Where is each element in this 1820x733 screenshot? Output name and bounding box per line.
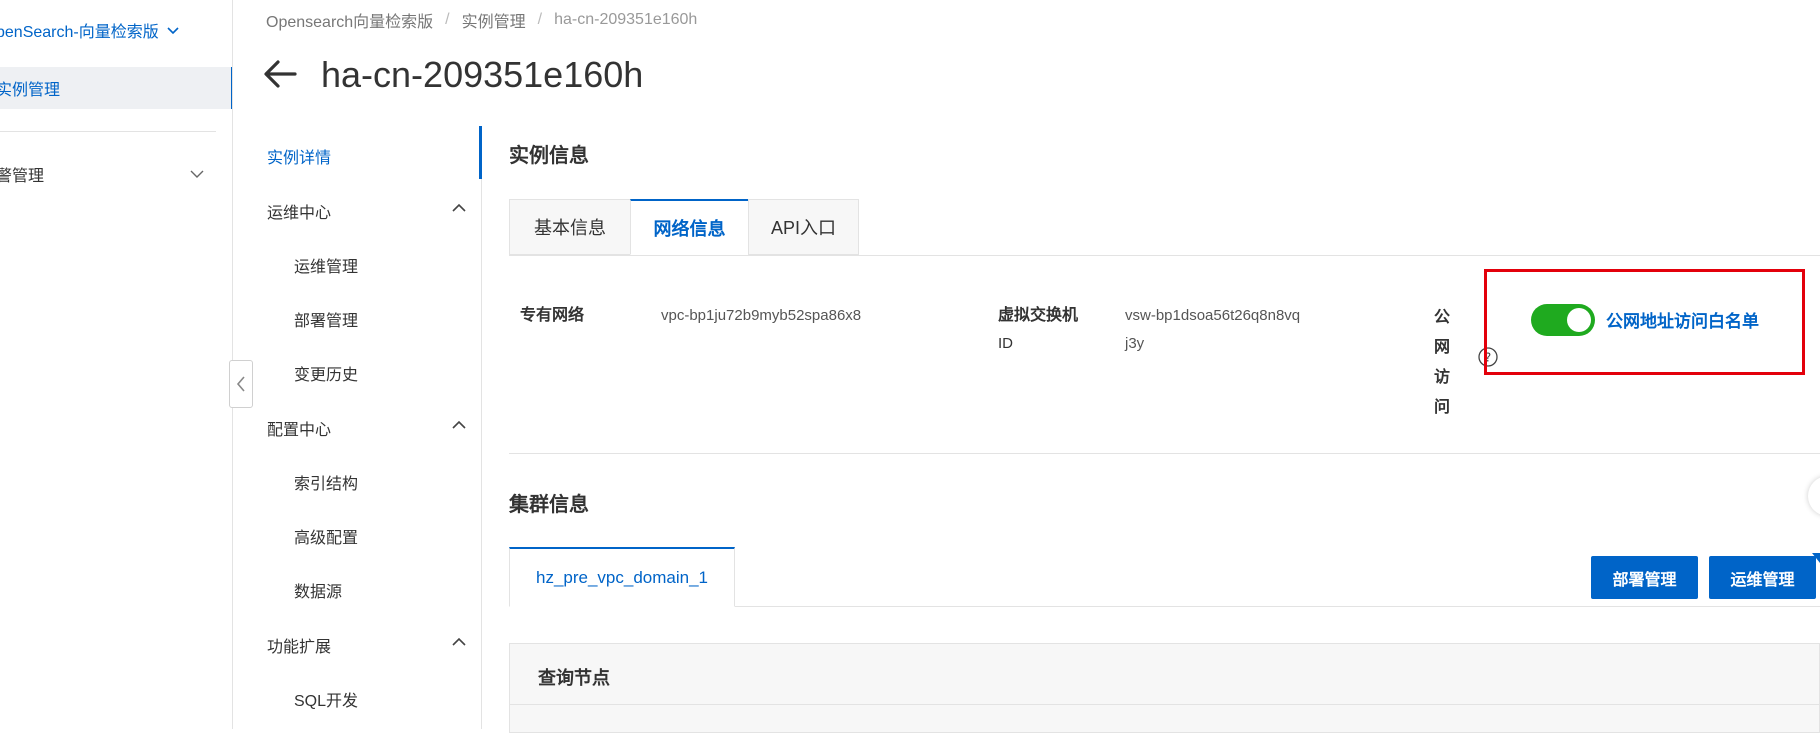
tab-api-entry[interactable]: API入口 (748, 199, 859, 255)
sidebar-group-alarm-manage[interactable]: 警管理 (0, 162, 206, 186)
public-access-char: 问 (1434, 399, 1451, 416)
product-switcher[interactable]: penSearch-向量检索版 (0, 18, 181, 42)
corner-marker (1812, 553, 1820, 563)
tab-cluster-domain[interactable]: hz_pre_vpc_domain_1 (509, 547, 735, 607)
cluster-info-title: 集群信息 (509, 494, 589, 516)
vpc-label: 专有网络 (520, 307, 585, 324)
secondary-nav: 实例详情 运维中心 运维管理 部署管理 变更历史 配置中心 索引结构 高级配置 … (233, 126, 482, 729)
query-node-title: 查询节点 (538, 668, 610, 688)
help-icon[interactable]: ? (1477, 346, 1499, 368)
public-access-char: 公 (1434, 309, 1451, 326)
breadcrumb-current: ha-cn-209351e160h (554, 11, 698, 28)
chevron-left-icon (236, 376, 245, 392)
toggle-knob (1567, 308, 1591, 332)
tab-basic-info[interactable]: 基本信息 (509, 199, 631, 255)
public-access-char: 访 (1434, 369, 1451, 386)
nav-group-extensions[interactable]: 功能扩展 (267, 633, 331, 657)
nav-active-indicator (479, 126, 482, 179)
chevron-down-icon (190, 170, 204, 178)
sidebar-item-instance-manage[interactable]: 实例管理 (0, 67, 232, 109)
collapse-sidebar-handle[interactable] (229, 360, 253, 408)
breadcrumb: Opensearch向量检索版 / 实例管理 / ha-cn-209351e16… (266, 8, 697, 32)
nav-item-advanced-config[interactable]: 高级配置 (294, 524, 358, 548)
sidebar-item-label: 实例管理 (0, 82, 61, 99)
nav-item-instance-detail[interactable]: 实例详情 (267, 144, 331, 168)
nav-item-index-structure[interactable]: 索引结构 (294, 470, 358, 494)
sidebar-divider (0, 131, 216, 132)
vswitch-label: 虚拟交换机 (998, 307, 1079, 324)
vpc-value: vpc-bp1ju72b9myb52spa86x8 (661, 307, 862, 324)
chevron-up-icon[interactable] (449, 632, 469, 652)
back-arrow-icon[interactable] (262, 58, 298, 90)
nav-item-ops-manage[interactable]: 运维管理 (294, 253, 358, 277)
deploy-manage-button[interactable]: 部署管理 (1591, 556, 1698, 599)
nav-item-data-source[interactable]: 数据源 (294, 578, 342, 602)
breadcrumb-link-instances[interactable]: 实例管理 (462, 8, 526, 32)
tab-network-info[interactable]: 网络信息 (630, 199, 749, 255)
breadcrumb-separator: / (537, 11, 543, 28)
chevron-down-icon (167, 27, 179, 35)
vswitch-label-id: ID (998, 335, 1013, 352)
nav-item-deploy-manage[interactable]: 部署管理 (294, 307, 358, 331)
vswitch-value-cont: j3y (1125, 335, 1145, 352)
query-node-panel: 查询节点 (509, 643, 1820, 733)
svg-text:?: ? (1485, 351, 1491, 365)
breadcrumb-separator: / (445, 11, 450, 28)
public-access-label: 公 网 访 问 (1434, 303, 1452, 423)
breadcrumb-link-product[interactable]: Opensearch向量检索版 (266, 8, 433, 32)
chevron-up-icon[interactable] (449, 415, 469, 435)
page-title: ha-cn-209351e160h (321, 54, 644, 95)
nav-group-ops-center[interactable]: 运维中心 (267, 199, 331, 223)
public-access-toggle[interactable] (1531, 304, 1595, 336)
chevron-up-icon[interactable] (449, 198, 469, 218)
panel-divider (510, 704, 1819, 705)
product-sidebar: penSearch-向量检索版 实例管理 警管理 (0, 0, 233, 729)
instance-info-title: 实例信息 (509, 145, 589, 167)
vswitch-value: vsw-bp1dsoa56t26q8n8vq (1125, 307, 1301, 324)
nav-group-config-center[interactable]: 配置中心 (267, 416, 331, 440)
product-name: penSearch-向量检索版 (0, 24, 159, 41)
public-access-char: 网 (1434, 339, 1451, 356)
floating-assistant-button[interactable] (1808, 476, 1820, 516)
ops-manage-button[interactable]: 运维管理 (1709, 556, 1816, 599)
sidebar-group-label: 警管理 (0, 168, 45, 185)
tabs-baseline (509, 255, 1820, 256)
nav-item-change-history[interactable]: 变更历史 (294, 361, 358, 385)
public-whitelist-link[interactable]: 公网地址访问白名单 (1606, 307, 1759, 332)
section-divider (509, 453, 1820, 454)
nav-item-sql-dev[interactable]: SQL开发 (294, 687, 358, 711)
